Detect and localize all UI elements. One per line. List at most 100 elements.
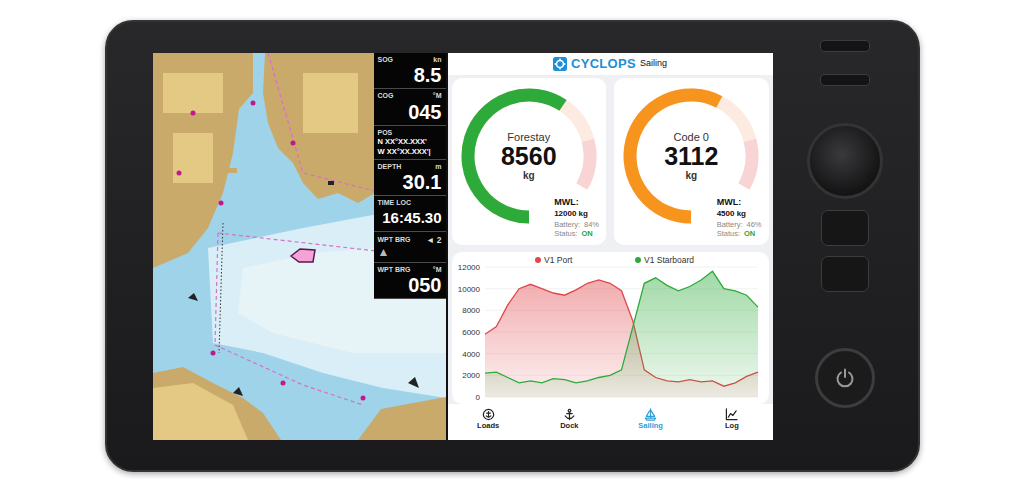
status-label: Status: xyxy=(717,229,740,239)
gauge-value: 8560 xyxy=(501,143,557,169)
load-chart: 12000 10000 8000 6000 4000 2000 0 V1 Port V1 Sta… xyxy=(452,252,769,402)
nav-tab-label: Dock xyxy=(560,421,578,430)
gauge-readout: Forestay8560kg xyxy=(501,131,557,181)
instrument-label: TIME LOC xyxy=(378,199,411,207)
series-line xyxy=(485,271,758,383)
status-value: ON xyxy=(582,229,593,239)
logo-icon xyxy=(553,57,567,71)
gauge-zone-high xyxy=(582,140,590,186)
legend-dot xyxy=(635,257,641,263)
gauge-card[interactable]: Forestay8560kgMWL:12000 kgBattery:84%Sta… xyxy=(452,78,607,245)
gauge-info: MWL:4500 kgBattery:46%Status: ON xyxy=(717,197,769,245)
boat-icon xyxy=(291,249,315,262)
icon-shape xyxy=(565,409,574,419)
instrument-unit: m xyxy=(435,163,441,171)
instrument-value: 050 xyxy=(378,274,442,296)
chart-map[interactable]: SOGkn8.5COG°M045POSN XX°XX.XXX'W XX°XX.X… xyxy=(153,53,446,440)
status-value: ON xyxy=(744,229,755,239)
instrument-value: 045 xyxy=(378,101,442,123)
instrument-row: DEPTH m30.1 xyxy=(374,160,446,196)
rotary-knob[interactable] xyxy=(807,123,883,199)
y-tick: 12000 xyxy=(457,263,480,272)
logo-spokes xyxy=(555,59,566,70)
device-controls xyxy=(773,22,918,408)
nav-tab[interactable]: Loads xyxy=(448,404,529,440)
battery-line: Battery:46% xyxy=(717,220,762,230)
mwl-label: MWL: xyxy=(717,197,762,209)
y-tick: 8000 xyxy=(462,306,480,315)
mwl-value: 12000 kg xyxy=(554,209,599,219)
nav-tab[interactable]: Sailing xyxy=(610,404,691,440)
device-body: SOGkn8.5COG°M045POSN XX°XX.XXX'W XX°XX.X… xyxy=(105,20,920,472)
load-chart-card: 12000 10000 8000 6000 4000 2000 0 V1 Port V1 Sta… xyxy=(452,252,769,404)
instrument-label: WPT BRG xyxy=(378,266,411,274)
nav-tab-icon xyxy=(482,408,495,421)
instrument-header: SOG kn xyxy=(378,56,442,64)
icon-shape xyxy=(483,409,493,419)
top-button[interactable] xyxy=(820,40,870,52)
battery-label: Battery: xyxy=(554,220,580,230)
instrument-header: WPT BRG °M xyxy=(378,266,442,274)
icon-shape xyxy=(727,409,738,420)
nav-tab-label: Loads xyxy=(477,421,499,430)
gauge-readout: Code 03112kg xyxy=(664,131,718,181)
grid-line xyxy=(485,267,758,268)
y-tick: 6000 xyxy=(462,328,480,337)
battery-value: 84% xyxy=(584,220,599,230)
instrument-unit: °M xyxy=(433,266,442,274)
battery-line: Battery: 84% xyxy=(554,220,599,230)
instrument-label: WPT BRG xyxy=(378,236,411,244)
gauge-name: Code 0 xyxy=(664,131,718,144)
square-button[interactable] xyxy=(821,256,869,292)
route-line xyxy=(215,53,446,405)
instrument-value: 16:45.30 xyxy=(378,207,442,229)
status-line: Status: ON xyxy=(717,229,762,239)
instrument-row: COG°M045 xyxy=(374,89,446,125)
y-tick: 2000 xyxy=(462,371,480,380)
battery-label: Battery: xyxy=(717,220,743,230)
square-button[interactable] xyxy=(821,210,869,246)
legend-label: V1 Starboard xyxy=(644,255,694,265)
legend-dot xyxy=(535,257,541,263)
instrument-panel: SOGkn8.5COG°M045POSN XX°XX.XXX'W XX°XX.X… xyxy=(374,53,446,299)
gauge-row: Forestay8560kgMWL:12000 kgBattery:84%Sta… xyxy=(448,78,773,245)
logo-ring xyxy=(557,61,564,68)
instrument-header: DEPTH m xyxy=(378,163,442,171)
gauge-name: Forestay xyxy=(501,131,557,144)
status-label: Status: xyxy=(554,229,577,239)
power-icon xyxy=(834,367,856,389)
steer-indicator: ◄ 2 xyxy=(426,235,442,245)
instrument-row: WPT BRG◄ 2▲ xyxy=(374,232,446,263)
gauge-card[interactable]: Code 03112kg MWL:4500 kgBattery:46%Status… xyxy=(614,78,769,245)
logo-box xyxy=(553,57,567,71)
nav-tab-icon xyxy=(563,408,576,421)
legend-label: V1 Port xyxy=(544,255,573,265)
gauge-unit: kg xyxy=(664,170,718,182)
instrument-label: SOG xyxy=(378,56,394,64)
gauge-value: 3112 xyxy=(664,143,718,169)
instrument-value: 30.1 xyxy=(378,171,442,193)
app-header: CYCLOPS Sailing xyxy=(448,53,773,75)
instrument-header: TIME LOC xyxy=(378,199,442,207)
instrument-label: DEPTH xyxy=(378,163,402,171)
brand-name: CYCLOPS xyxy=(571,54,636,74)
y-tick: 4000 xyxy=(462,350,480,359)
instrument-row: WPT BRG °M050 xyxy=(374,263,446,299)
section-name: Sailing xyxy=(640,57,667,71)
power-button[interactable] xyxy=(815,348,875,408)
nav-tab-label: Log xyxy=(725,421,739,430)
nav-tab[interactable]: Log xyxy=(691,404,772,440)
position-line: N XX°XX.XXX' xyxy=(378,137,442,147)
nav-tab[interactable]: Dock xyxy=(529,404,610,440)
instrument-unit: kn xyxy=(433,56,441,64)
mwl-value: 4500 kg xyxy=(717,209,762,219)
y-tick: 0 xyxy=(475,393,480,402)
nav-tab-label: Sailing xyxy=(638,421,663,430)
screen: SOGkn8.5COG°M045POSN XX°XX.XXX'W XX°XX.X… xyxy=(153,53,773,440)
second-button[interactable] xyxy=(820,74,870,86)
instrument-row: TIME LOC16:45.30 xyxy=(374,196,446,232)
y-tick: 10000 xyxy=(457,285,480,294)
status-line: Status: ON xyxy=(554,229,599,239)
series-area xyxy=(485,271,758,397)
gauge-fill xyxy=(630,95,719,217)
